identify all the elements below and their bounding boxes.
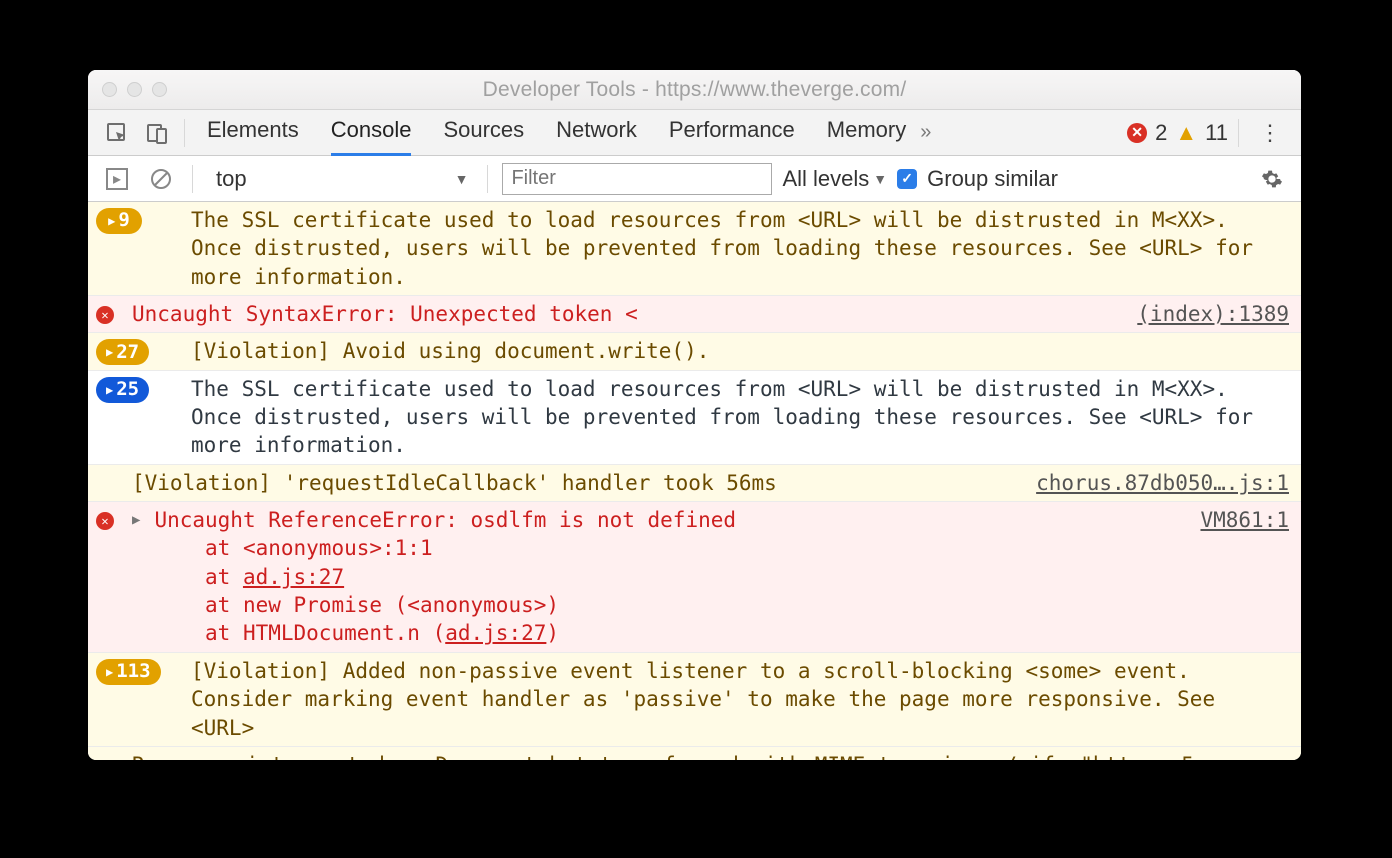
console-row[interactable]: ▶25 The SSL certificate used to load res… [88,371,1301,465]
stack-link[interactable]: ad.js:27 [445,621,546,645]
tab-performance[interactable]: Performance [669,109,795,156]
traffic-lights [102,82,167,97]
clear-console-icon[interactable] [144,162,178,196]
issue-counts[interactable]: ✕ 2 ▲ 11 [1127,120,1228,146]
error-icon: ✕ [96,306,114,324]
levels-label: All levels [782,166,869,192]
message-text: [Violation] 'requestIdleCallback' handle… [132,469,1014,497]
source-link[interactable]: chorus.87db050….js:1 [1036,469,1289,497]
message-text: Uncaught SyntaxError: Unexpected token < [132,300,1115,328]
group-count-pill[interactable]: ▶9 [96,208,142,234]
separator [1238,119,1239,147]
message-text: The SSL certificate used to load resourc… [191,375,1289,460]
console-row[interactable]: ▲ Resource interpreted as Document but t… [88,747,1301,760]
window-title: Developer Tools - https://www.theverge.c… [483,78,907,102]
separator [192,165,193,193]
console-toolbar: ▸ top ▼ All levels ▼ ✓ Group similar [88,156,1301,202]
group-count-pill[interactable]: ▶113 [96,659,161,685]
chevron-down-icon: ▼ [873,171,887,187]
log-levels-select[interactable]: All levels ▼ [782,166,887,192]
warning-icon: ▲ [96,753,107,760]
titlebar: Developer Tools - https://www.theverge.c… [88,70,1301,110]
inspect-icon[interactable] [100,116,134,150]
message-text: Uncaught ReferenceError: osdlfm is not d… [154,506,1178,648]
source-link[interactable]: VM861:1 [1200,506,1289,534]
console-row[interactable]: [Violation] 'requestIdleCallback' handle… [88,465,1301,502]
panel-tabs: Elements Console Sources Network Perform… [207,109,906,156]
tab-memory[interactable]: Memory [827,109,906,156]
group-similar-label: Group similar [927,166,1058,192]
separator [487,165,488,193]
message-text: Resource interpreted as Document but tra… [132,751,1289,760]
filter-input[interactable] [502,163,772,195]
error-count: 2 [1155,120,1167,146]
stack-link[interactable]: ad.js:27 [243,565,344,589]
console-row[interactable]: ▶9 The SSL certificate used to load reso… [88,202,1301,296]
traffic-zoom[interactable] [152,82,167,97]
warning-count: 11 [1205,120,1228,146]
tab-sources[interactable]: Sources [443,109,524,156]
disclosure-triangle-icon[interactable]: ▶ [132,511,140,530]
group-similar-checkbox[interactable]: ✓ [897,169,917,189]
traffic-minimize[interactable] [127,82,142,97]
console-row[interactable]: ✕ ▶ Uncaught ReferenceError: osdlfm is n… [88,502,1301,653]
kebab-menu-icon[interactable]: ⋮ [1249,120,1291,146]
message-text: The SSL certificate used to load resourc… [191,206,1289,291]
console-messages: ▶9 The SSL certificate used to load reso… [88,202,1301,760]
tab-bar: Elements Console Sources Network Perform… [88,110,1301,156]
more-tabs-icon[interactable]: » [912,121,939,144]
device-toolbar-icon[interactable] [140,116,174,150]
message-text: [Violation] Avoid using document.write()… [191,337,1289,365]
tab-elements[interactable]: Elements [207,109,299,156]
console-row[interactable]: ✕ Uncaught SyntaxError: Unexpected token… [88,296,1301,333]
warning-icon: ▲ [1175,120,1197,146]
traffic-close[interactable] [102,82,117,97]
gear-icon[interactable] [1255,162,1289,196]
console-row[interactable]: ▶113 [Violation] Added non-passive event… [88,653,1301,747]
error-icon: ✕ [96,512,114,530]
console-row[interactable]: ▶27 [Violation] Avoid using document.wri… [88,333,1301,370]
tab-console[interactable]: Console [331,109,412,156]
source-link[interactable]: (index):1389 [1137,300,1289,328]
tab-network[interactable]: Network [556,109,637,156]
group-count-pill[interactable]: ▶27 [96,339,149,365]
context-selector[interactable]: top ▼ [207,161,473,197]
context-value: top [216,166,247,192]
sidebar-toggle-icon[interactable]: ▸ [100,162,134,196]
message-text: [Violation] Added non-passive event list… [191,657,1289,742]
separator [184,119,185,147]
devtools-window: Developer Tools - https://www.theverge.c… [88,70,1301,760]
chevron-down-icon: ▼ [455,171,469,187]
error-icon: ✕ [1127,123,1147,143]
group-count-pill[interactable]: ▶25 [96,377,149,403]
